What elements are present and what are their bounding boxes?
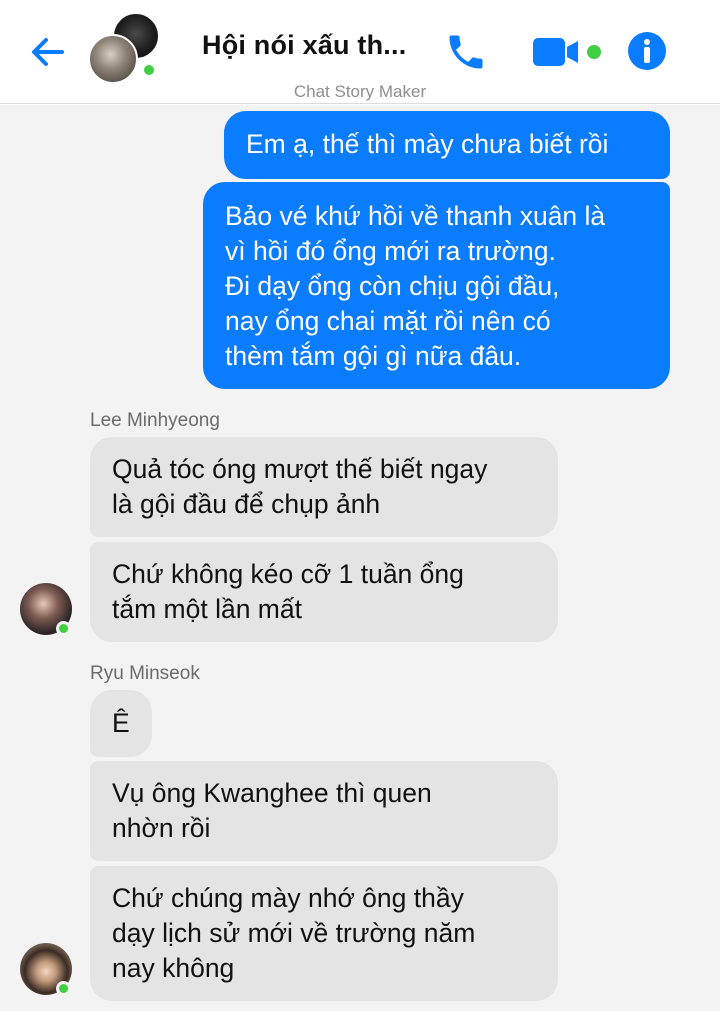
back-button[interactable] bbox=[26, 30, 70, 74]
sender-name-label: Ryu Minseok bbox=[90, 663, 200, 684]
message-bubble-received[interactable]: Quả tóc óng mượt thế biết ngay là gội đầ… bbox=[90, 437, 558, 537]
online-status-indicator bbox=[56, 621, 71, 636]
group-avatar[interactable] bbox=[88, 12, 164, 84]
arrow-left-icon bbox=[32, 38, 64, 66]
avatar[interactable] bbox=[20, 943, 72, 996]
conversation-info-button[interactable] bbox=[627, 31, 667, 71]
message-bubble-sent[interactable]: Em ạ, thế thì mày chưa biết rồi bbox=[224, 111, 670, 179]
online-status-indicator bbox=[56, 981, 71, 996]
message-bubble-received[interactable]: Vụ ông Kwanghee thì quen nhờn rồi bbox=[90, 761, 558, 861]
message-bubble-received[interactable]: Chứ chúng mày nhớ ông thầy dạy lịch sử m… bbox=[90, 866, 558, 1001]
video-call-button[interactable] bbox=[532, 36, 604, 68]
phone-icon bbox=[449, 35, 483, 69]
message-bubble-sent[interactable]: Bảo vé khứ hồi về thanh xuân là vì hồi đ… bbox=[203, 182, 670, 389]
message-bubble-received[interactable]: Ê bbox=[90, 690, 152, 757]
voice-call-button[interactable] bbox=[444, 30, 488, 74]
message-list[interactable]: Em ạ, thế thì mày chưa biết rồi Bảo vé k… bbox=[0, 105, 720, 1011]
sender-name-label: Lee Minhyeong bbox=[90, 410, 220, 431]
chat-header: Hội nói xấu th... Chat Story Maker bbox=[0, 0, 720, 104]
avatar[interactable] bbox=[20, 583, 72, 636]
info-icon bbox=[628, 32, 666, 70]
member-avatar-2 bbox=[88, 34, 138, 84]
message-bubble-received[interactable]: Chứ không kéo cỡ 1 tuần ổng tắm một lần … bbox=[90, 542, 558, 642]
online-status-indicator bbox=[141, 62, 157, 78]
conversation-title[interactable]: Hội nói xấu th... bbox=[202, 30, 406, 61]
video-camera-icon bbox=[533, 38, 601, 66]
watermark-text: Chat Story Maker bbox=[293, 82, 427, 101]
